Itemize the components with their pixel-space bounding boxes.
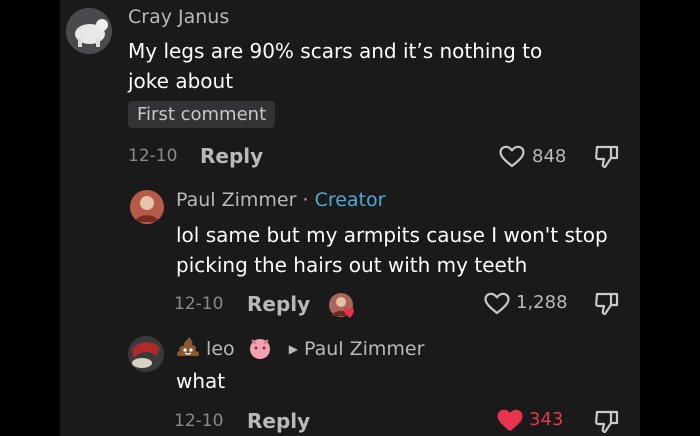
separator: · (302, 189, 309, 211)
thumbs-down-icon[interactable] (593, 143, 621, 171)
reply-button[interactable]: Reply (200, 144, 263, 168)
pink-face-emoji-icon (247, 336, 273, 360)
reply-author[interactable]: leo (206, 338, 235, 360)
like-count: 848 (532, 146, 567, 167)
avatar-leo[interactable] (128, 336, 164, 372)
like-count: 343 (529, 409, 564, 430)
triangle-right-icon: ▶ (288, 342, 298, 356)
reply-date: 12-10 (174, 294, 224, 314)
heart-icon[interactable] (484, 292, 510, 316)
reply-text: lol same but my armpits cause I won't st… (176, 223, 608, 277)
comments-panel: Cray Janus My legs are 90% scars and it’… (60, 0, 640, 436)
avatar-cray-janus[interactable] (66, 8, 112, 54)
reply-text: what (176, 369, 226, 393)
reply-author[interactable]: Paul Zimmer (176, 189, 296, 211)
reply-button[interactable]: Reply (247, 409, 310, 433)
reply-button[interactable]: Reply (247, 292, 310, 316)
poop-emoji-icon (176, 336, 200, 358)
reply-author-line: Paul Zimmer · Creator (176, 189, 385, 211)
creator-label: Creator (314, 189, 386, 211)
comment-author[interactable]: Cray Janus (128, 6, 229, 28)
comment-date: 12-10 (128, 146, 178, 166)
heart-icon[interactable] (497, 409, 523, 433)
reply-date: 12-10 (174, 411, 224, 431)
heart-icon[interactable] (499, 145, 525, 169)
creator-liked-avatar-icon (328, 292, 358, 320)
thumbs-down-icon[interactable] (593, 408, 621, 436)
comment-text: My legs are 90% scars and it’s nothing t… (128, 39, 543, 93)
avatar-paul-zimmer[interactable] (130, 190, 164, 224)
first-comment-badge: First comment (128, 101, 276, 128)
like-count: 1,288 (516, 292, 568, 313)
reply-author-line: leo ▶ Paul Zimmer (176, 336, 424, 360)
thumbs-down-icon[interactable] (593, 290, 621, 318)
reply-to-name[interactable]: Paul Zimmer (304, 338, 424, 360)
